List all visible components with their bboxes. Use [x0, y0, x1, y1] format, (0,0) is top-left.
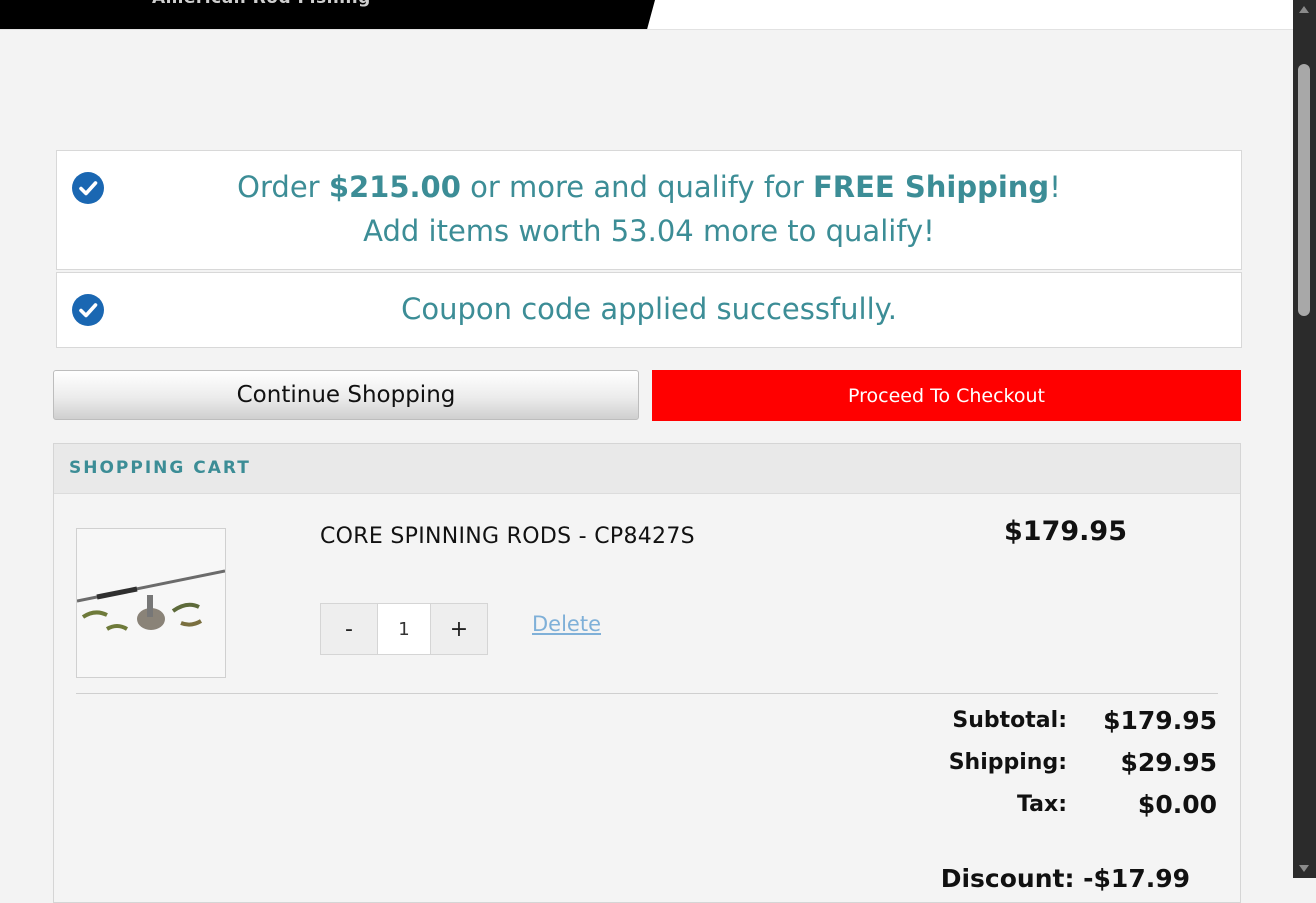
increase-quantity-button[interactable]: + — [431, 604, 487, 654]
subtotal-row: Subtotal: $179.95 — [897, 706, 1217, 750]
free-shipping-label: FREE Shipping — [812, 170, 1050, 204]
shipping-label: Shipping: — [948, 750, 1067, 775]
coupon-notice: Coupon code applied successfully. — [56, 272, 1242, 348]
discount-row: Discount: -$17.99 — [940, 864, 1190, 893]
order-totals: Subtotal: $179.95 Shipping: $29.95 Tax: … — [897, 706, 1217, 834]
shipping-remaining-message: Add items worth 53.04 more to qualify! — [363, 214, 935, 248]
quantity-input[interactable]: 1 — [377, 604, 431, 654]
free-shipping-message: Order $215.00 or more and qualify for FR… — [237, 170, 1061, 204]
proceed-to-checkout-button[interactable]: Proceed To Checkout — [652, 370, 1241, 421]
tax-value: $0.00 — [1137, 790, 1217, 819]
decrease-quantity-button[interactable]: - — [321, 604, 377, 654]
site-header: American Rod Fishing — [0, 0, 1293, 30]
free-shipping-notice: Order $215.00 or more and qualify for FR… — [56, 150, 1242, 270]
shopping-cart-panel: SHOPPING CART CORE SPINNING RODS - CP842… — [53, 443, 1241, 903]
tax-label: Tax: — [1016, 792, 1067, 817]
delete-item-link[interactable]: Delete — [532, 612, 601, 636]
product-image[interactable] — [76, 528, 226, 678]
header-brand-bar: American Rod Fishing — [0, 0, 655, 29]
continue-shopping-button[interactable]: Continue Shopping — [53, 370, 639, 420]
quantity-stepper: - 1 + — [320, 603, 488, 655]
product-name[interactable]: CORE SPINNING RODS - CP8427S — [320, 524, 695, 549]
tax-row: Tax: $0.00 — [897, 790, 1217, 834]
cart-title: SHOPPING CART — [69, 458, 251, 478]
shipping-threshold-amount: $215.00 — [328, 170, 461, 204]
scroll-thumb[interactable] — [1298, 64, 1310, 316]
scroll-down-arrow-icon[interactable] — [1299, 865, 1309, 872]
page-scrollbar[interactable] — [1293, 0, 1316, 878]
cart-header: SHOPPING CART — [54, 444, 1240, 494]
divider — [76, 693, 1218, 694]
subtotal-label: Subtotal: — [952, 708, 1067, 733]
coupon-message: Coupon code applied successfully. — [401, 292, 897, 326]
shipping-row: Shipping: $29.95 — [897, 748, 1217, 792]
product-price: $179.95 — [1004, 516, 1127, 547]
scroll-up-arrow-icon[interactable] — [1299, 6, 1309, 13]
brand-logo-text[interactable]: American Rod Fishing — [152, 0, 371, 8]
subtotal-value: $179.95 — [1103, 706, 1217, 735]
shipping-value: $29.95 — [1120, 748, 1217, 777]
